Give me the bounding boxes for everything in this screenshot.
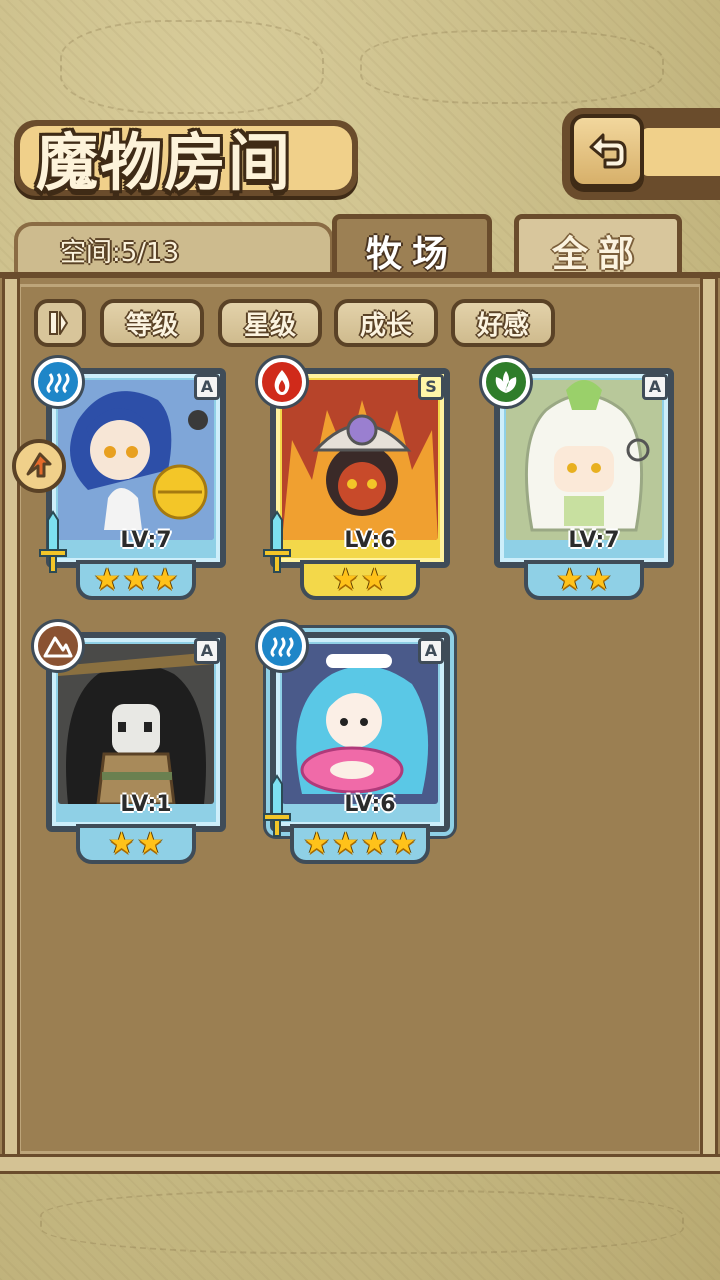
monster-level: LV:1 [120, 792, 172, 817]
sort-affection-button[interactable]: 好感 [451, 299, 555, 347]
weapon-sword-icon [39, 510, 67, 573]
star-icon: ★ [332, 826, 359, 861]
sort-affection-label: 好感 [476, 310, 529, 341]
rarity-badge: A [194, 374, 220, 400]
monster-level: LV:7 [120, 528, 172, 553]
monster-card[interactable]: A LV:6 ★ ★ ★ ★ [258, 622, 460, 864]
monster-level: LV:6 [344, 528, 396, 553]
star-icon: ★ [332, 562, 359, 597]
sort-level-label: 等级 [125, 310, 178, 341]
sort-growth-label: 成长 [359, 310, 412, 341]
back-button[interactable] [570, 114, 644, 188]
star-rating: ★ ★ [300, 560, 420, 600]
rarity-badge: A [194, 638, 220, 664]
tab-all-label: 全部 [551, 232, 644, 275]
star-icon: ★ [585, 562, 612, 597]
sort-order-icon [49, 311, 68, 335]
star-icon: ★ [93, 562, 121, 597]
star-icon: ★ [108, 826, 135, 861]
favorite-marker-icon [10, 438, 68, 494]
star-icon: ★ [137, 826, 164, 861]
monster-level: LV:7 [568, 528, 620, 553]
element-earth-icon [34, 622, 82, 670]
return-arrow-icon [589, 133, 627, 169]
star-icon: ★ [361, 562, 388, 597]
monster-card[interactable]: A LV:1 ★ ★ [34, 622, 236, 864]
star-icon: ★ [151, 562, 179, 597]
panel-frame-bottom [0, 1154, 720, 1174]
sort-growth-button[interactable]: 成长 [334, 299, 438, 347]
sort-star-button[interactable]: 星级 [218, 299, 322, 347]
element-water-icon [34, 358, 82, 406]
star-icon: ★ [389, 826, 417, 861]
star-rating: ★ ★ [524, 560, 644, 600]
page-title: 魔物房间 [36, 126, 293, 199]
rarity-badge: A [642, 374, 668, 400]
map-line [360, 30, 664, 104]
monster-portrait [282, 380, 438, 540]
map-line [40, 1190, 684, 1254]
panel-frame-right [700, 276, 718, 1174]
monster-card[interactable]: S LV:6 ★ ★ [258, 358, 460, 600]
star-icon: ★ [303, 826, 331, 861]
star-icon: ★ [361, 826, 388, 861]
star-rating: ★ ★ ★ ★ [290, 824, 430, 864]
element-fire-icon [258, 358, 306, 406]
space-count: 空间:5/13 [60, 238, 180, 268]
rarity-badge: A [418, 638, 444, 664]
tab-ranch-label: 牧场 [365, 232, 458, 275]
element-grass-icon [482, 358, 530, 406]
panel-frame-left [2, 276, 20, 1174]
monster-level: LV:6 [344, 792, 396, 817]
star-icon: ★ [122, 562, 150, 597]
sort-level-button[interactable]: 等级 [100, 299, 204, 347]
weapon-sword-icon [263, 510, 291, 573]
monster-portrait [58, 644, 214, 804]
star-rating: ★ ★ [76, 824, 196, 864]
sort-star-label: 星级 [243, 310, 296, 341]
monster-portrait [58, 380, 214, 540]
sort-order-toggle[interactable] [34, 299, 86, 347]
weapon-sword-icon [263, 774, 291, 837]
monster-card[interactable]: A LV:7 ★ ★ [482, 358, 684, 600]
rarity-badge: S [418, 374, 444, 400]
star-rating: ★ ★ ★ [76, 560, 196, 600]
star-icon: ★ [556, 562, 583, 597]
monster-portrait [506, 380, 662, 540]
map-line [60, 20, 324, 114]
monster-portrait [282, 644, 438, 804]
element-water-icon [258, 622, 306, 670]
